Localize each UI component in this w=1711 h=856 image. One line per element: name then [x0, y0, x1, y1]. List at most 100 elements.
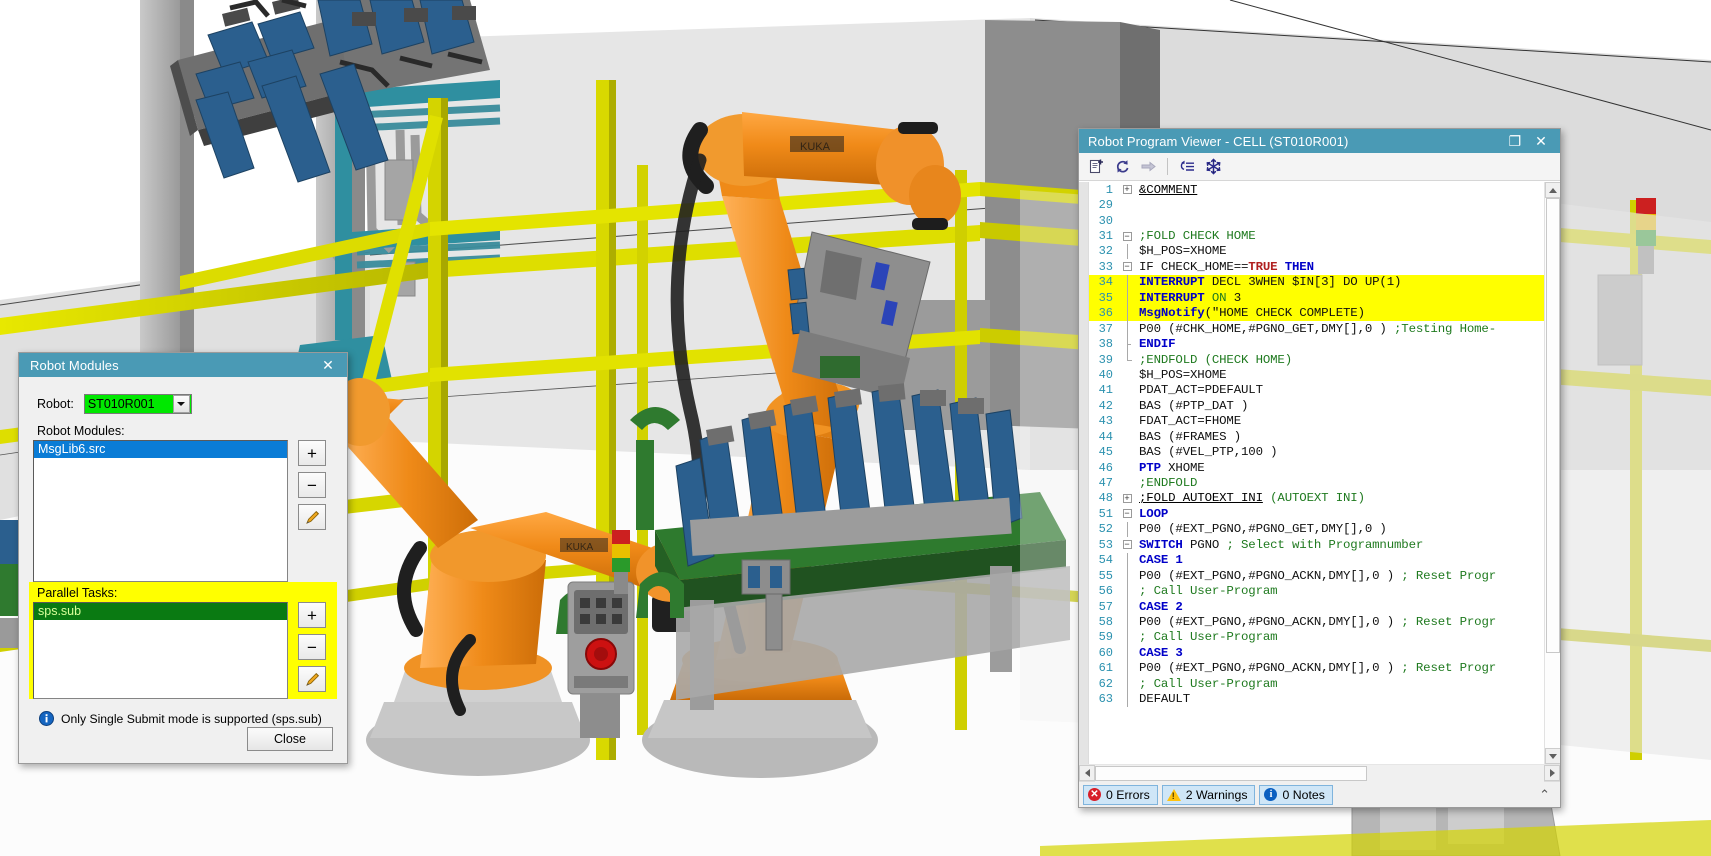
code-line[interactable]: 33− IF CHECK_HOME==TRUE THEN: [1089, 259, 1544, 274]
scroll-up-button[interactable]: [1544, 182, 1560, 198]
robot-modules-titlebar[interactable]: Robot Modules ✕: [19, 353, 347, 377]
close-icon[interactable]: ✕: [1528, 130, 1554, 152]
code-line[interactable]: 53− SWITCH PGNO ; Select with Programnumb…: [1089, 537, 1544, 552]
chevron-down-icon[interactable]: [172, 395, 190, 413]
list-item[interactable]: MsgLib6.src: [34, 441, 287, 458]
scroll-right-button[interactable]: [1544, 765, 1560, 781]
new-document-icon[interactable]: [1084, 155, 1108, 179]
code-line[interactable]: 61 P00 (#EXT_PGNO,#PGNO_ACKN,DMY[],0 ) ; …: [1089, 660, 1544, 676]
code-line[interactable]: 60 CASE 3: [1089, 645, 1544, 661]
code-line[interactable]: 59 ; Call User-Program: [1089, 629, 1544, 646]
remove-module-button[interactable]: −: [298, 472, 326, 498]
horizontal-scroll-track[interactable]: [1095, 764, 1544, 782]
code-line[interactable]: 46 PTP XHOME: [1089, 460, 1544, 475]
code-line[interactable]: 48 + ;FOLD AUTOEXT INI (AUTOEXT INI): [1089, 491, 1544, 506]
fold-marker[interactable]: [1119, 660, 1135, 676]
edit-task-button[interactable]: [298, 666, 326, 692]
code-line[interactable]: 54 CASE 1: [1089, 552, 1544, 568]
snowflake-icon[interactable]: [1201, 155, 1225, 179]
fold-marker[interactable]: +: [1119, 182, 1135, 197]
horizontal-scroll-thumb[interactable]: [1095, 765, 1367, 781]
fold-marker[interactable]: [1119, 398, 1135, 413]
fold-marker[interactable]: [1119, 460, 1135, 475]
fold-marker[interactable]: [1119, 383, 1135, 398]
vertical-scroll-track[interactable]: [1544, 198, 1560, 748]
code-line[interactable]: 1 + &COMMENT: [1089, 182, 1544, 197]
code-line[interactable]: 56 ; Call User-Program: [1089, 583, 1544, 599]
fold-marker[interactable]: [1119, 213, 1135, 228]
close-button[interactable]: Close: [247, 727, 333, 751]
code-line[interactable]: 42 BAS (#PTP_DAT ): [1089, 398, 1544, 413]
edit-module-button[interactable]: [298, 504, 326, 530]
fold-marker[interactable]: [1119, 583, 1135, 599]
maximize-icon[interactable]: ❐: [1502, 130, 1528, 152]
code-line[interactable]: 51− LOOP: [1089, 506, 1544, 521]
code-line[interactable]: 39 ;ENDFOLD (CHECK HOME): [1089, 351, 1544, 367]
fold-marker[interactable]: −: [1119, 259, 1135, 274]
arrow-right-icon[interactable]: [1136, 155, 1160, 179]
fold-marker[interactable]: −: [1119, 228, 1135, 243]
code-line[interactable]: 29: [1089, 197, 1544, 212]
fold-marker[interactable]: [1119, 614, 1135, 630]
chevron-up-icon[interactable]: ⌃: [1539, 787, 1554, 803]
fold-marker[interactable]: [1119, 274, 1135, 291]
fold-marker[interactable]: [1119, 243, 1135, 260]
code-lines-container[interactable]: 1 + &COMMENT 29 30 31− ;FOLD CHECK HOME 32 $H_PO…: [1089, 182, 1544, 764]
scroll-down-button[interactable]: [1544, 748, 1560, 764]
fold-marker[interactable]: [1119, 676, 1135, 692]
fold-marker[interactable]: [1119, 444, 1135, 459]
code-line[interactable]: 35 INTERRUPT ON 3: [1089, 290, 1544, 306]
code-line[interactable]: 32 $H_POS=XHOME: [1089, 243, 1544, 260]
notes-status-badge[interactable]: i 0 Notes: [1259, 784, 1333, 805]
robot-modules-dialog[interactable]: Robot Modules ✕ Robot: ST010R001 Robot M…: [18, 352, 348, 764]
code-line[interactable]: 34 INTERRUPT DECL 3WHEN $IN[3] DO UP(1): [1089, 274, 1544, 291]
remove-task-button[interactable]: −: [298, 634, 326, 660]
errors-status-badge[interactable]: ✕ 0 Errors: [1083, 784, 1158, 805]
code-line[interactable]: 41 PDAT_ACT=PDEFAULT: [1089, 383, 1544, 398]
code-editor[interactable]: 1 + &COMMENT 29 30 31− ;FOLD CHECK HOME 32 $H_PO…: [1079, 181, 1560, 764]
fold-marker[interactable]: [1119, 197, 1135, 212]
code-line[interactable]: 31− ;FOLD CHECK HOME: [1089, 228, 1544, 243]
robot-select[interactable]: ST010R001: [83, 394, 192, 414]
vertical-scroll-thumb[interactable]: [1545, 198, 1560, 653]
fold-marker[interactable]: [1119, 475, 1135, 490]
warnings-status-badge[interactable]: 2 Warnings: [1161, 784, 1256, 805]
code-line[interactable]: 57 CASE 2: [1089, 598, 1544, 615]
fold-marker[interactable]: [1119, 351, 1135, 367]
scroll-left-button[interactable]: [1079, 765, 1095, 781]
fold-marker[interactable]: [1119, 336, 1135, 352]
collapse-outline-icon[interactable]: [1175, 155, 1199, 179]
code-line[interactable]: 58 P00 (#EXT_PGNO,#PGNO_ACKN,DMY[],0 ) ; …: [1089, 614, 1544, 630]
fold-marker[interactable]: +: [1119, 491, 1135, 506]
code-line[interactable]: 40 $H_POS=XHOME: [1089, 367, 1544, 382]
fold-marker[interactable]: [1119, 598, 1135, 615]
code-line[interactable]: 43 FDAT_ACT=FHOME: [1089, 414, 1544, 429]
code-line[interactable]: 45 BAS (#VEL_PTP,100 ): [1089, 444, 1544, 459]
code-line[interactable]: 63 DEFAULT: [1089, 691, 1544, 707]
program-viewer-titlebar[interactable]: Robot Program Viewer - CELL (ST010R001) …: [1079, 129, 1560, 153]
code-line[interactable]: 36 MsgNotify("HOME CHECK COMPLETE): [1089, 305, 1544, 321]
code-line[interactable]: 30: [1089, 213, 1544, 228]
close-icon[interactable]: ✕: [315, 354, 341, 376]
fold-marker[interactable]: [1119, 367, 1135, 382]
horizontal-scrollbar[interactable]: [1079, 764, 1560, 782]
fold-marker[interactable]: [1119, 290, 1135, 306]
fold-marker[interactable]: [1119, 645, 1135, 661]
list-item[interactable]: sps.sub: [34, 603, 287, 620]
fold-marker[interactable]: −: [1119, 537, 1135, 552]
code-line[interactable]: 47 ;ENDFOLD: [1089, 475, 1544, 490]
fold-marker[interactable]: [1119, 691, 1135, 707]
code-line[interactable]: 38 ENDIF: [1089, 336, 1544, 352]
add-module-button[interactable]: +: [298, 440, 326, 466]
robot-program-viewer-window[interactable]: Robot Program Viewer - CELL (ST010R001) …: [1078, 128, 1561, 808]
fold-marker[interactable]: −: [1119, 506, 1135, 521]
fold-marker[interactable]: [1119, 320, 1135, 337]
fold-marker[interactable]: [1119, 521, 1135, 538]
robot-modules-listbox[interactable]: MsgLib6.src: [33, 440, 288, 582]
code-line[interactable]: 44 BAS (#FRAMES ): [1089, 429, 1544, 444]
code-line[interactable]: 55 P00 (#EXT_PGNO,#PGNO_ACKN,DMY[],0 ) ; …: [1089, 567, 1544, 584]
fold-marker[interactable]: [1119, 414, 1135, 429]
fold-marker[interactable]: [1119, 552, 1135, 568]
fold-marker[interactable]: [1119, 567, 1135, 584]
fold-marker[interactable]: [1119, 305, 1135, 321]
